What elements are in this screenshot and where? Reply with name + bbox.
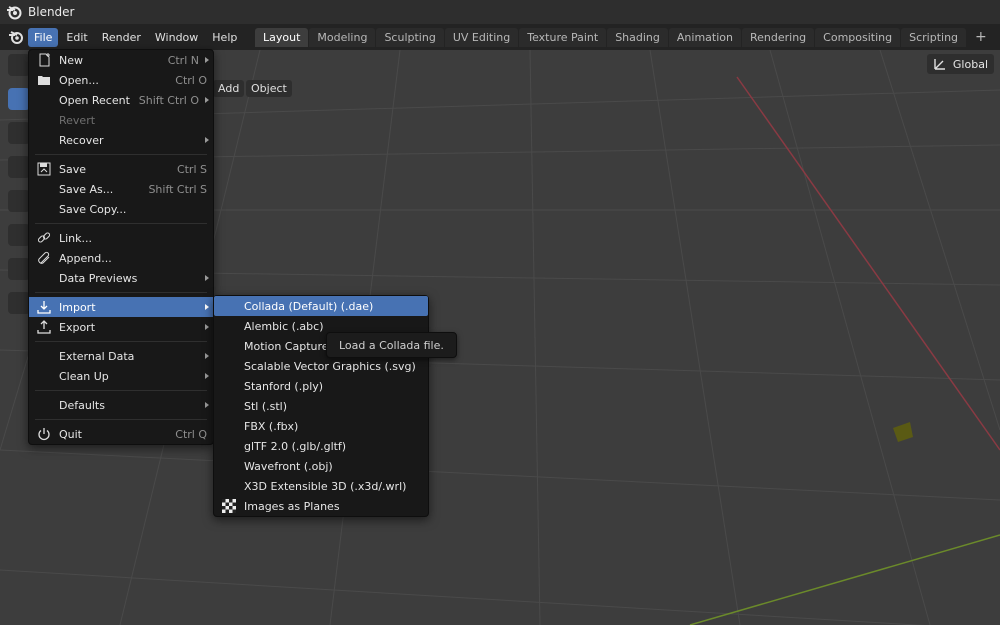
rotate-tool-icon[interactable] <box>8 156 30 178</box>
viewport-object-menu[interactable]: Object <box>246 80 292 97</box>
menu-item-save-as[interactable]: Save As... Shift Ctrl S <box>29 179 213 199</box>
menu-item-revert: Revert <box>59 113 96 127</box>
tab-rendering[interactable]: Rendering <box>741 28 815 47</box>
tab-animation[interactable]: Animation <box>668 28 741 47</box>
menu-item-external-data[interactable]: External Data <box>29 346 213 366</box>
annotate-tool-icon[interactable] <box>8 258 30 280</box>
import-item-collada[interactable]: Collada (Default) (.dae) <box>214 296 428 316</box>
file-menu: New Ctrl N Open... Ctrl O Open Recent Sh… <box>28 49 214 445</box>
workspace-tabs: Layout Modeling Sculpting UV Editing Tex… <box>255 28 995 47</box>
menu-item-link[interactable]: Link... <box>29 228 213 248</box>
submenu-arrow-icon <box>205 353 209 359</box>
submenu-arrow-icon <box>205 137 209 143</box>
tab-texture-paint[interactable]: Texture Paint <box>519 28 607 47</box>
menu-separator <box>35 223 207 224</box>
menu-item-append[interactable]: Append... <box>29 248 213 268</box>
export-icon <box>37 320 51 334</box>
measure-tool-icon[interactable] <box>8 292 30 314</box>
append-icon <box>38 251 50 264</box>
tooltip-text: Load a Collada file. <box>339 338 444 352</box>
checker-image-icon <box>222 499 236 513</box>
menu-edit[interactable]: Edit <box>60 28 93 47</box>
add-workspace-button[interactable]: + <box>967 28 995 47</box>
menu-item-new[interactable]: New Ctrl N <box>29 50 213 70</box>
power-icon <box>38 428 50 441</box>
menu-separator <box>35 419 207 420</box>
submenu-arrow-icon <box>205 373 209 379</box>
menu-separator <box>35 292 207 293</box>
blender-menu-icon[interactable] <box>8 29 24 45</box>
transform-orientation-dropdown[interactable]: Global <box>926 54 994 74</box>
new-file-icon <box>39 53 50 67</box>
menu-item-open[interactable]: Open... Ctrl O <box>29 70 213 90</box>
submenu-arrow-icon <box>205 57 209 63</box>
blender-logo-icon <box>7 6 22 20</box>
top-menu-bar: File Edit Render Window Help Layout Mode… <box>0 24 1000 50</box>
orientation-label: Global <box>952 57 988 71</box>
title-bar: Blender <box>0 0 1000 24</box>
orientation-icon <box>934 59 945 70</box>
import-item-svg[interactable]: Scalable Vector Graphics (.svg) <box>214 356 428 376</box>
menu-file[interactable]: File <box>28 27 59 47</box>
menu-item-recover[interactable]: Recover <box>29 130 213 150</box>
tab-uv-editing[interactable]: UV Editing <box>444 28 519 47</box>
menu-separator <box>35 154 207 155</box>
menu-window[interactable]: Window <box>149 28 204 47</box>
viewport-add-menu[interactable]: Add <box>213 80 245 97</box>
menu-item-export[interactable]: Export <box>29 317 213 337</box>
folder-icon <box>38 76 50 85</box>
import-item-stanford[interactable]: Stanford (.ply) <box>214 376 428 396</box>
submenu-arrow-icon <box>205 402 209 408</box>
transform-tool-icon[interactable] <box>8 224 30 246</box>
move-tool-icon[interactable] <box>8 122 30 144</box>
menu-item-open-recent[interactable]: Open Recent Shift Ctrl O <box>29 90 213 110</box>
menu-item-save[interactable]: Save Ctrl S <box>29 159 213 179</box>
tab-compositing[interactable]: Compositing <box>815 28 901 47</box>
menu-item-save-copy[interactable]: Save Copy... <box>29 199 213 219</box>
submenu-arrow-icon <box>205 97 209 103</box>
import-item-gltf[interactable]: glTF 2.0 (.glb/.gltf) <box>214 436 428 456</box>
menu-separator <box>35 341 207 342</box>
select-tool-icon[interactable] <box>8 88 30 110</box>
import-item-x3d[interactable]: X3D Extensible 3D (.x3d/.wrl) <box>214 476 428 496</box>
menu-item-data-previews[interactable]: Data Previews <box>29 268 213 288</box>
tab-shading[interactable]: Shading <box>607 28 668 47</box>
cursor-tool-icon[interactable] <box>8 54 30 76</box>
submenu-arrow-icon <box>205 275 209 281</box>
collada-tooltip: Load a Collada file. <box>326 332 457 358</box>
menu-separator <box>35 390 207 391</box>
menu-item-quit[interactable]: Quit Ctrl Q <box>29 424 213 444</box>
tab-sculpting[interactable]: Sculpting <box>376 28 444 47</box>
menu-item-import[interactable]: Import <box>29 297 213 317</box>
import-item-images-as-planes[interactable]: Images as Planes <box>214 496 428 516</box>
submenu-arrow-icon <box>205 304 209 310</box>
tab-scripting[interactable]: Scripting <box>901 28 967 47</box>
menu-item-clean-up[interactable]: Clean Up <box>29 366 213 386</box>
import-item-stl[interactable]: Stl (.stl) <box>214 396 428 416</box>
submenu-arrow-icon <box>205 324 209 330</box>
import-item-wavefront[interactable]: Wavefront (.obj) <box>214 456 428 476</box>
menu-help[interactable]: Help <box>206 28 243 47</box>
link-icon <box>37 232 51 243</box>
menu-item-defaults[interactable]: Defaults <box>29 395 213 415</box>
window-title: Blender <box>28 5 75 19</box>
tab-modeling[interactable]: Modeling <box>309 28 376 47</box>
scale-tool-icon[interactable] <box>8 190 30 212</box>
import-icon <box>37 301 51 314</box>
import-item-fbx[interactable]: FBX (.fbx) <box>214 416 428 436</box>
menu-render[interactable]: Render <box>96 28 147 47</box>
save-icon <box>37 162 51 176</box>
import-submenu: Collada (Default) (.dae) Alembic (.abc) … <box>213 295 429 517</box>
tab-layout[interactable]: Layout <box>255 28 309 47</box>
